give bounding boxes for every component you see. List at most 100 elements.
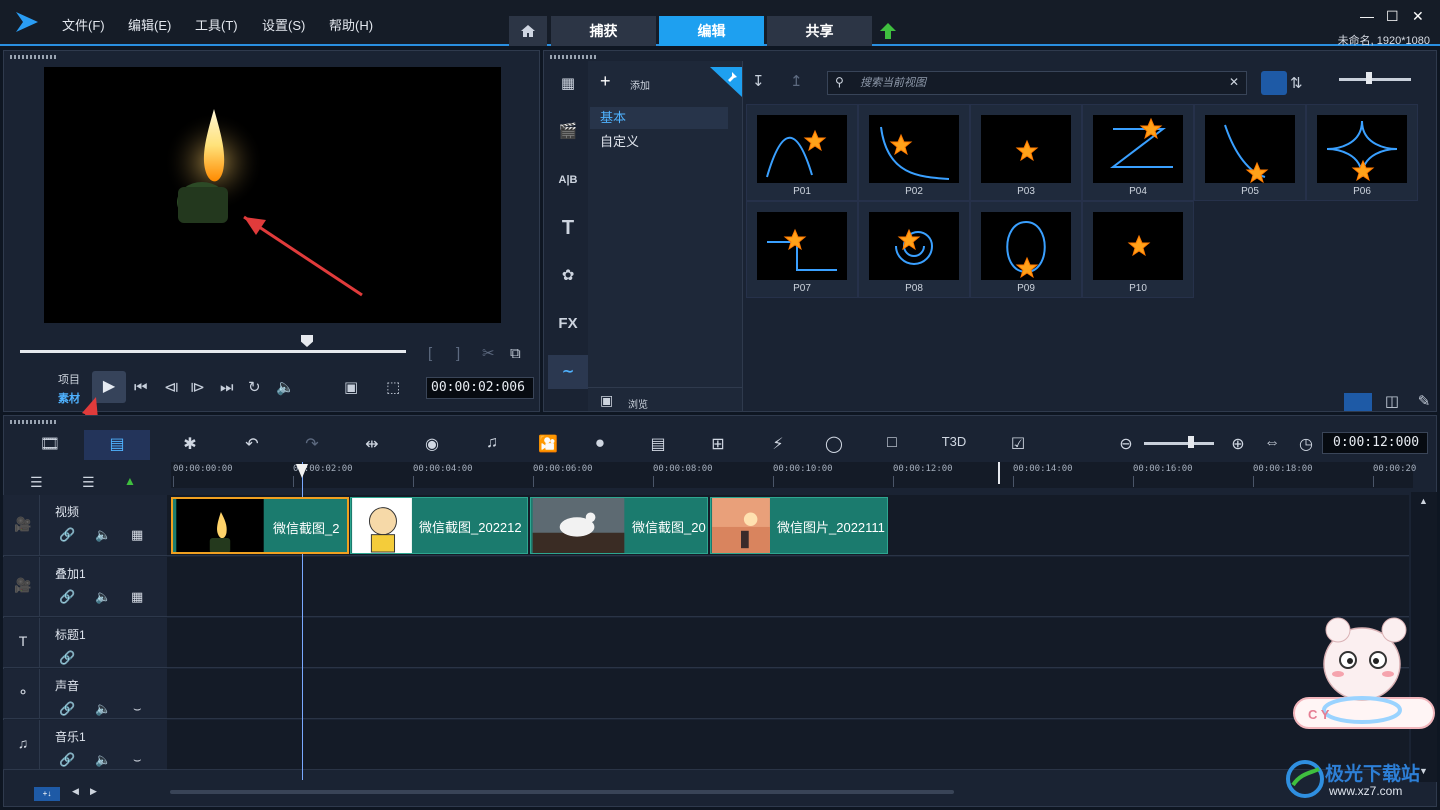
tab-capture[interactable]: 捕获 xyxy=(551,16,656,46)
record-capture-icon[interactable]: ◉ xyxy=(418,434,446,454)
pin-icon[interactable] xyxy=(710,67,742,97)
track-music-row[interactable] xyxy=(167,720,1409,770)
chapter-marker-icon[interactable]: ▲ xyxy=(124,474,136,488)
add-track-icon[interactable]: ☰ xyxy=(82,474,95,491)
close-icon[interactable]: ✕ xyxy=(1412,8,1424,25)
fit-project-icon[interactable]: ⇹ xyxy=(358,434,386,454)
track-title-row[interactable] xyxy=(167,618,1409,668)
zoom-in-icon[interactable]: ⊕ xyxy=(1224,434,1252,454)
track-overlay-row[interactable] xyxy=(167,557,1409,617)
edit-button[interactable]: ✎ xyxy=(1410,393,1438,411)
zoom-slider-handle[interactable] xyxy=(1188,436,1194,448)
mark-in-icon[interactable]: [ xyxy=(428,345,432,363)
grid-icon[interactable]: ▦ xyxy=(131,589,143,605)
layout-button-1[interactable] xyxy=(1344,393,1372,411)
link-icon[interactable]: 🔗 xyxy=(59,527,75,543)
scroll-left-icon[interactable]: ◀ xyxy=(72,786,79,797)
transition-icon[interactable]: A|B xyxy=(548,163,588,197)
pan-zoom-icon[interactable]: □ xyxy=(878,434,906,452)
redo-icon[interactable]: ↷ xyxy=(298,434,326,454)
sound-mixer-icon[interactable]: ♫ xyxy=(478,434,506,452)
menu-edit[interactable]: 编辑(E) xyxy=(128,15,171,34)
aspect-ratio-icon[interactable]: ▣ xyxy=(344,379,358,397)
video-clip[interactable]: 微信截图_2 xyxy=(171,497,349,554)
track-music-header[interactable]: ♫ 音乐1 🔗 🔈 ⌣ xyxy=(3,720,169,770)
timeline-view-icon[interactable]: ▤ xyxy=(103,434,131,454)
auto-music-icon[interactable]: 🎦 xyxy=(534,434,562,454)
go-to-end-icon[interactable]: ⏭ xyxy=(220,379,234,397)
link-icon[interactable]: 🔗 xyxy=(59,650,75,666)
path-thumbnail[interactable]: P02 xyxy=(858,104,970,201)
time-remapping-icon[interactable]: ⚡ xyxy=(764,434,792,454)
scroll-up-icon[interactable]: ▲ xyxy=(1419,496,1428,506)
menu-file[interactable]: 文件(F) xyxy=(62,15,105,34)
media-icon[interactable]: ▦ xyxy=(548,67,588,101)
browse-icon[interactable]: ▣ xyxy=(600,392,613,409)
menu-settings[interactable]: 设置(S) xyxy=(262,15,305,34)
thumb-size-slider[interactable] xyxy=(1339,78,1411,81)
enlarge-preview-icon[interactable]: ⧉ xyxy=(510,345,521,363)
previous-frame-icon[interactable]: ⧏ xyxy=(164,379,179,397)
path-icon[interactable]: ∼ xyxy=(548,355,588,389)
path-thumbnail[interactable]: P08 xyxy=(858,201,970,298)
subtitle-editor-icon[interactable]: ▤ xyxy=(644,434,672,454)
video-clip[interactable]: 微信截图_20 xyxy=(530,497,708,554)
track-overlay-header[interactable]: 🎥 叠加1 🔗 🔈 ▦ xyxy=(3,557,169,617)
tab-share[interactable]: 共享 xyxy=(767,16,872,46)
path-thumbnail[interactable]: P06 xyxy=(1306,104,1418,201)
preview-timecode[interactable]: 00:00:02:006 xyxy=(426,377,534,399)
panel-grip[interactable] xyxy=(10,55,58,59)
view-mode-button[interactable] xyxy=(1261,71,1287,95)
menu-help[interactable]: 帮助(H) xyxy=(329,15,373,34)
video-preview[interactable] xyxy=(44,67,501,323)
mark-out-icon[interactable]: ] xyxy=(456,345,460,363)
storyboard-view-icon[interactable]: 🎞 xyxy=(36,434,64,454)
thumb-size-handle[interactable] xyxy=(1366,72,1372,84)
track-title-header[interactable]: T 标题1 🔗 xyxy=(3,618,169,668)
track-manager-icon[interactable]: ☰ xyxy=(30,474,43,491)
minimize-icon[interactable]: — xyxy=(1360,8,1374,24)
next-frame-icon[interactable]: ⧐ xyxy=(190,379,205,397)
add-icon[interactable]: + xyxy=(600,71,611,92)
zoom-slider[interactable] xyxy=(1144,442,1214,445)
browse-label[interactable]: 浏览 xyxy=(628,396,648,411)
category-basic[interactable]: 基本 xyxy=(590,107,728,129)
timeline-mode-badge[interactable]: +↓ xyxy=(34,787,60,801)
mute-icon[interactable]: 🔈 xyxy=(95,701,111,717)
mute-icon[interactable]: 🔈 xyxy=(95,527,111,543)
time-ruler[interactable]: 00:00:00:00 00:00:02:00 00:00:04:00 00:00:0… xyxy=(171,462,1416,488)
path-thumbnail[interactable]: P07 xyxy=(746,201,858,298)
scissors-icon[interactable]: ✂ xyxy=(482,345,495,363)
repeat-icon[interactable]: ↻ xyxy=(248,379,261,397)
video-clip[interactable]: 微信截图_202212 xyxy=(350,497,528,554)
layout-button-2[interactable]: ◫ xyxy=(1378,393,1406,411)
path-thumbnail[interactable]: P09 xyxy=(970,201,1082,298)
search-input[interactable]: 搜索当前视图 xyxy=(827,71,1247,95)
path-thumbnail[interactable]: P04 xyxy=(1082,104,1194,201)
fit-timeline-icon[interactable]: ⇔ xyxy=(1258,434,1286,452)
tab-edit[interactable]: 编辑 xyxy=(659,16,764,46)
ripple-icon[interactable]: ⌣ xyxy=(133,752,142,768)
graphics-icon[interactable]: ✿ xyxy=(548,259,588,293)
mute-icon[interactable]: 🔈 xyxy=(95,752,111,768)
panel-grip[interactable] xyxy=(550,55,598,59)
undo-icon[interactable]: ↶ xyxy=(238,434,266,454)
mute-icon[interactable]: 🔈 xyxy=(95,589,111,605)
track-voice-row[interactable] xyxy=(167,669,1409,719)
import-icon[interactable]: ↧ xyxy=(752,73,765,91)
title-icon[interactable]: T xyxy=(548,211,588,245)
sort-icon[interactable]: ⇅ xyxy=(1290,75,1303,93)
mask-creator-icon[interactable]: ◯ xyxy=(820,434,848,454)
link-icon[interactable]: 🔗 xyxy=(59,701,75,717)
maximize-icon[interactable]: ☐ xyxy=(1386,8,1399,25)
track-video-header[interactable]: 🎥 视频 🔗 🔈 ▦ xyxy=(3,495,169,556)
scrub-handle[interactable] xyxy=(301,335,313,347)
category-custom[interactable]: 自定义 xyxy=(590,131,728,153)
clear-search-icon[interactable]: ✕ xyxy=(1229,75,1239,89)
video-clip[interactable]: 微信图片_2022111 xyxy=(710,497,888,554)
motion-tracking-icon[interactable]: ⚫ xyxy=(586,434,614,454)
scrub-bar[interactable] xyxy=(20,350,406,353)
split-screen-icon[interactable]: ☑ xyxy=(1004,434,1032,454)
panel-grip[interactable] xyxy=(10,420,58,424)
path-thumbnail[interactable]: P10 xyxy=(1082,201,1194,298)
